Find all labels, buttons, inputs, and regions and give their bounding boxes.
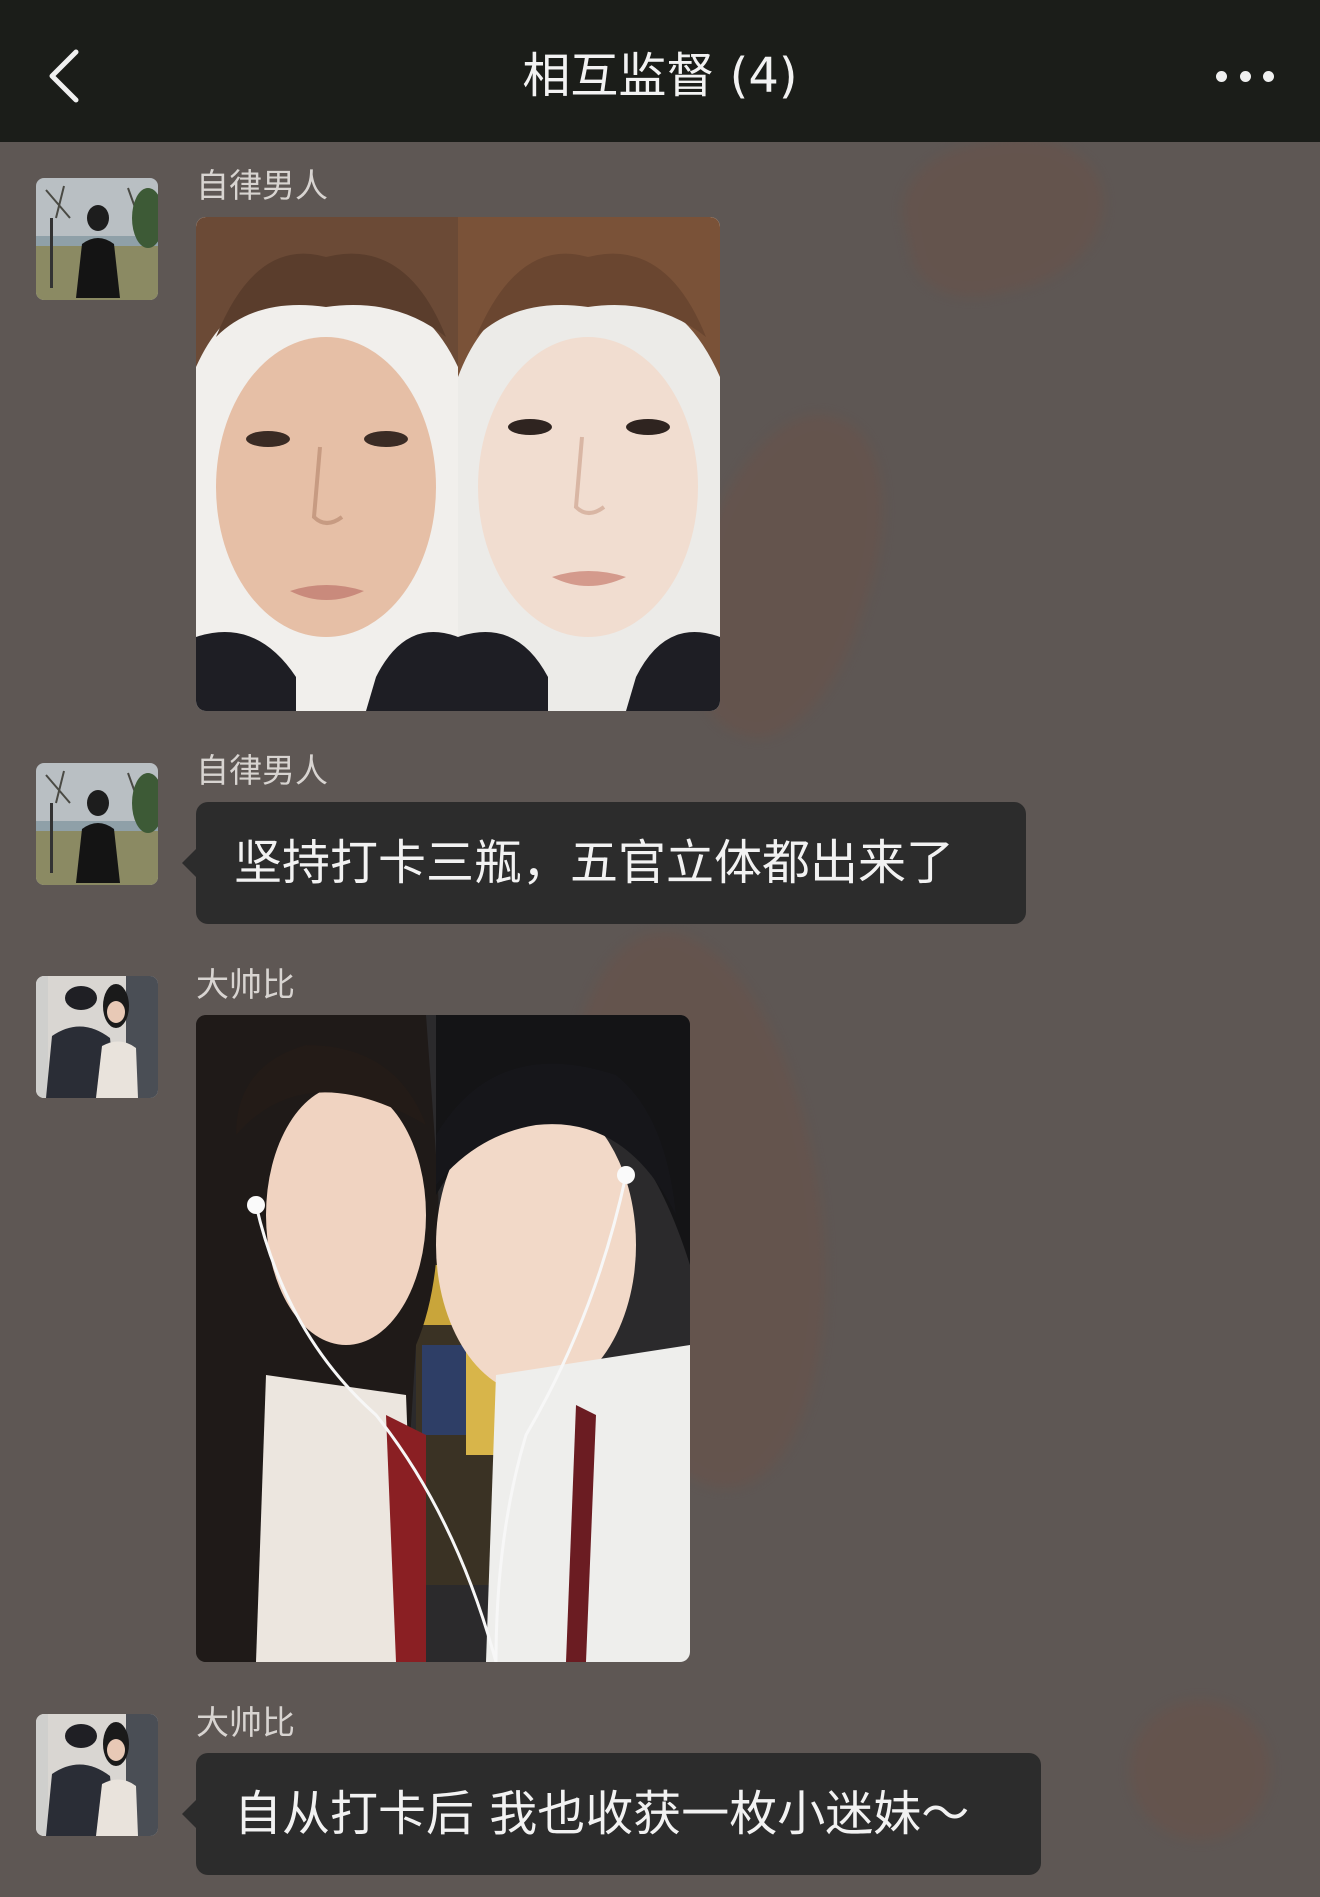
sender-name: 自律男人 [196,166,328,205]
chat-header: 相互监督 (4) [0,0,1320,142]
sender-name: 自律男人 [196,751,328,790]
background-decoration [1130,1700,1270,1840]
more-dot [1239,70,1251,82]
more-dots-icon [1216,70,1227,82]
text-bubble[interactable]: 坚持打卡三瓶，五官立体都出来了 [182,802,1026,924]
sender-name: 大帅比 [196,1703,295,1742]
more-button[interactable] [1210,54,1280,98]
image-message[interactable] [196,217,720,711]
avatar[interactable] [36,1714,158,1836]
background-decoration [891,120,1119,310]
sender-name: 大帅比 [196,965,295,1004]
avatar[interactable] [36,976,158,1098]
text-bubble[interactable]: 自从打卡后 我也收获一枚小迷妹～ [182,1753,1041,1875]
avatar[interactable] [36,178,158,300]
chat-title: 相互监督 (4) [522,48,798,104]
more-dot [1263,70,1274,82]
avatar[interactable] [36,763,158,885]
image-message[interactable] [196,1015,690,1662]
